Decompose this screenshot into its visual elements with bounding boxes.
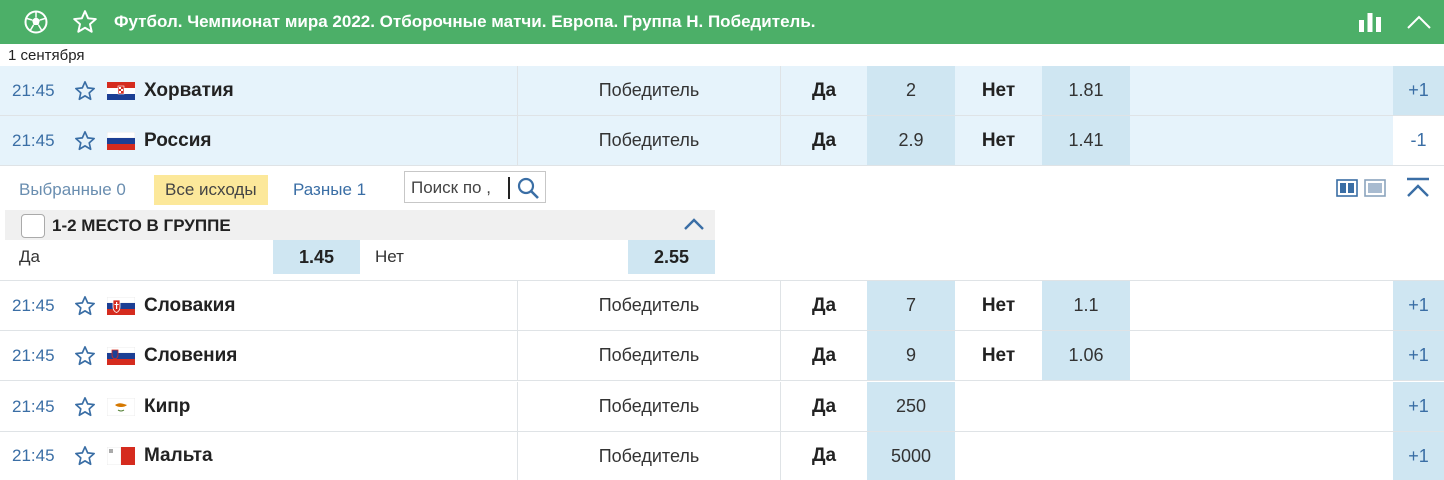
team-name: Хорватия [144, 79, 234, 101]
search-icon[interactable] [516, 176, 540, 205]
flag-slovakia-icon [107, 281, 135, 330]
event-time: 21:45 [12, 446, 55, 465]
event-time: 21:45 [12, 396, 55, 416]
yes-label: Да [811, 129, 837, 151]
team-name: Словакия [144, 294, 236, 316]
soccer-ball-icon[interactable] [22, 8, 50, 36]
date-label: 1 сентября [8, 47, 85, 64]
page-title: Футбол. Чемпионат мира 2022. Отборочные … [114, 12, 816, 31]
star-icon[interactable] [72, 281, 98, 330]
collapse-all-icon[interactable] [1405, 176, 1431, 205]
star-icon[interactable] [72, 331, 98, 380]
bet-type: Победитель [598, 396, 700, 416]
yes-label: Да [811, 79, 837, 101]
no-label: Нет [981, 294, 1016, 316]
bet-type: Победитель [598, 130, 700, 150]
filter-all[interactable]: Все исходы [154, 175, 268, 205]
bet-type: Победитель [598, 345, 700, 365]
market-checkbox[interactable] [21, 214, 45, 238]
event-row[interactable]: 21:45 Кипр Победитель Да 250 +1 [0, 382, 1444, 432]
outcome-yes-odd-button[interactable]: 1.45 [273, 240, 360, 274]
event-row[interactable]: 21:45 Хорватия Победитель Да 2 Нет 1.81 … [0, 66, 1444, 116]
filter-different[interactable]: Разные 1 [293, 175, 366, 205]
event-row[interactable]: 21:45 Словения Победитель Да 9 Нет 1.06 … [0, 331, 1444, 381]
flag-russia-icon [107, 116, 135, 165]
text-cursor [508, 177, 510, 199]
team-name: Россия [144, 129, 212, 151]
bet-type: Победитель [598, 295, 700, 315]
market-outcomes: Да 1.45 Нет 2.55 [5, 240, 715, 274]
no-label: Нет [981, 129, 1016, 151]
flag-cyprus-icon [107, 382, 135, 431]
collapse-markets-button[interactable]: -1 [1393, 116, 1444, 165]
no-odd-button[interactable]: 1.1 [1042, 281, 1130, 330]
yes-label: Да [811, 294, 837, 316]
star-icon[interactable] [72, 66, 98, 115]
star-icon[interactable] [72, 432, 98, 480]
market-header[interactable]: 1-2 МЕСТО В ГРУППЕ [5, 210, 715, 240]
yes-odd-button[interactable]: 2 [867, 66, 955, 115]
team-name: Мальта [144, 445, 213, 466]
more-markets-button[interactable]: +1 [1393, 331, 1444, 380]
star-icon[interactable] [72, 116, 98, 165]
flag-croatia-icon [107, 66, 135, 115]
one-column-view-icon[interactable] [1364, 179, 1386, 202]
yes-odd-button[interactable]: 2.9 [867, 116, 955, 165]
header-bar: Футбол. Чемпионат мира 2022. Отборочные … [0, 0, 1444, 44]
stats-icon[interactable] [1356, 8, 1384, 36]
flag-malta-icon [107, 432, 135, 480]
event-time: 21:45 [12, 295, 55, 315]
no-label: Нет [981, 79, 1016, 101]
more-markets-button[interactable]: +1 [1393, 66, 1444, 115]
outcome-yes-label: Да [19, 247, 40, 266]
no-odd-button[interactable]: 1.41 [1042, 116, 1130, 165]
market-title: 1-2 МЕСТО В ГРУППЕ [52, 216, 231, 235]
team-name: Словения [144, 344, 238, 366]
date-header: 1 сентября [0, 44, 1444, 66]
star-icon[interactable] [72, 382, 98, 431]
yes-odd-button[interactable]: 5000 [867, 432, 955, 480]
more-markets-button[interactable]: +1 [1393, 432, 1444, 480]
yes-odd-button[interactable]: 7 [867, 281, 955, 330]
more-markets-button[interactable]: +1 [1393, 382, 1444, 431]
event-time: 21:45 [12, 345, 55, 365]
event-time: 21:45 [12, 130, 55, 150]
outcome-filters: Выбранные 0 Все исходы Разные 1 Поиск по… [0, 166, 1444, 212]
outcome-no-label: Нет [375, 247, 404, 266]
no-odd-button[interactable]: 1.06 [1042, 331, 1130, 380]
star-icon[interactable] [71, 8, 99, 36]
chevron-up-icon[interactable] [1405, 8, 1433, 36]
flag-slovenia-icon [107, 331, 135, 380]
no-odd-button[interactable]: 1.81 [1042, 66, 1130, 115]
two-column-view-icon[interactable] [1336, 179, 1358, 202]
bet-type: Победитель [598, 80, 700, 100]
no-label: Нет [981, 344, 1016, 366]
bet-type: Победитель [598, 445, 700, 466]
team-name: Кипр [144, 395, 191, 417]
more-markets-button[interactable]: +1 [1393, 281, 1444, 330]
search-input[interactable]: Поиск по , [411, 178, 491, 198]
yes-label: Да [811, 445, 837, 466]
filter-selected[interactable]: Выбранные 0 [19, 175, 126, 205]
search-box[interactable]: Поиск по , [404, 171, 546, 203]
event-time: 21:45 [12, 80, 55, 100]
event-row[interactable]: 21:45 Мальта Победитель Да 5000 +1 [0, 432, 1444, 480]
yes-label: Да [811, 395, 837, 417]
yes-label: Да [811, 344, 837, 366]
outcome-no-odd-button[interactable]: 2.55 [628, 240, 715, 274]
event-row[interactable]: 21:45 Словакия Победитель Да 7 Нет 1.1 +… [0, 281, 1444, 331]
event-row[interactable]: 21:45 Россия Победитель Да 2.9 Нет 1.41 … [0, 116, 1444, 166]
yes-odd-button[interactable]: 250 [867, 382, 955, 431]
yes-odd-button[interactable]: 9 [867, 331, 955, 380]
chevron-up-icon[interactable] [683, 216, 705, 237]
